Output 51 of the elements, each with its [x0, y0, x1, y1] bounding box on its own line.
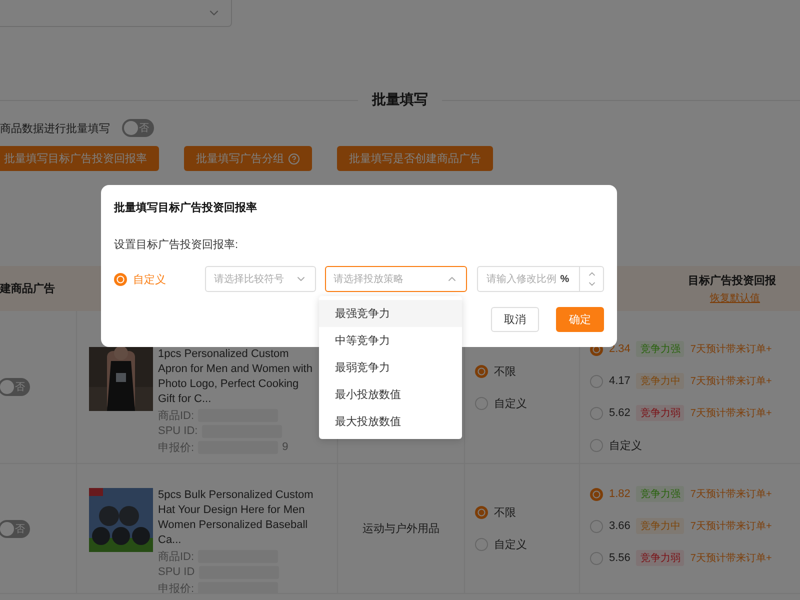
product-title: 5pcs Bulk Personalized Custom Hat Your Design Here for Men Women Personalized Baseball Ca... — [158, 488, 314, 548]
forecast-note: 7天预计带来订单+ — [690, 406, 772, 420]
option-label: 自定义 — [609, 438, 642, 452]
menu-item[interactable]: 最小投放数值 — [319, 381, 462, 408]
radio-icon[interactable] — [590, 488, 603, 500]
section-title: 批量填写 — [372, 91, 428, 109]
roi-value: 5.62 — [609, 407, 630, 419]
forecast-note: 7天预计带来订单+ — [690, 342, 772, 356]
column-header: 目标广告投资回报 — [688, 274, 776, 288]
field-label: SPU ID: — [158, 425, 198, 437]
roi-value: 3.66 — [609, 520, 630, 532]
radio-icon[interactable] — [590, 552, 603, 564]
unit-label: % — [560, 274, 570, 284]
roi-value: 5.56 — [609, 552, 630, 564]
forecast-note: 7天预计带来订单+ — [690, 520, 772, 533]
option-label: 自定义 — [133, 272, 167, 286]
forecast-note: 7天预计带来订单+ — [690, 374, 772, 388]
limit-radio-option[interactable]: 自定义 — [465, 528, 579, 560]
strategy-select[interactable]: 请选择投放策略 — [324, 266, 468, 292]
menu-item[interactable]: 最大投放数值 — [319, 408, 462, 435]
field-label: 设置目标广告投资回报率: — [114, 238, 240, 252]
dropdown-select[interactable] — [0, 0, 232, 27]
roi-value: 1.82 — [609, 488, 630, 500]
field-label: 商品ID: — [158, 408, 194, 422]
field-label: 商品ID: — [158, 550, 194, 564]
ratio-input[interactable]: 请输入修改比例 % — [477, 266, 604, 292]
limit-radio-option[interactable]: 不限 — [465, 496, 579, 528]
dialog-title: 批量填写目标广告投资回报率 — [114, 200, 258, 215]
menu-item[interactable]: 最弱竞争力 — [319, 354, 462, 381]
compare-select[interactable]: 请选择比较符号 — [204, 266, 316, 292]
field-value: 9 — [282, 441, 288, 453]
forecast-note: 7天预计带来订单+ — [690, 488, 772, 501]
toggle-label: 商品数据进行批量填写 — [0, 122, 110, 136]
field-label: 申报价: — [158, 582, 194, 593]
limit-radio-option[interactable]: 自定义 — [465, 387, 579, 419]
category-text: 运动与户外用品 — [362, 522, 440, 536]
radio-icon[interactable] — [590, 374, 603, 388]
cancel-button[interactable]: 取消 — [491, 307, 539, 332]
radio-icon[interactable] — [590, 406, 603, 420]
radio-icon[interactable] — [114, 272, 127, 286]
limit-radio-option[interactable]: 不限 — [465, 355, 579, 387]
field-label: SPU ID — [158, 566, 195, 578]
menu-item[interactable]: 中等竞争力 — [319, 327, 462, 354]
forecast-note: 7天预计带来订单+ — [690, 552, 772, 565]
menu-item[interactable]: 最强竞争力 — [319, 300, 462, 327]
radio-icon[interactable] — [590, 520, 603, 532]
roi-value: 4.17 — [609, 375, 630, 387]
confirm-button[interactable]: 确定 — [556, 307, 604, 332]
product-title: 1pcs Personalized Custom Apron for Men and Women with Photo Logo, Perfect Cooking Gift for C... — [158, 347, 314, 407]
radio-icon[interactable] — [590, 438, 603, 452]
field-label: 申报价: — [158, 440, 194, 454]
